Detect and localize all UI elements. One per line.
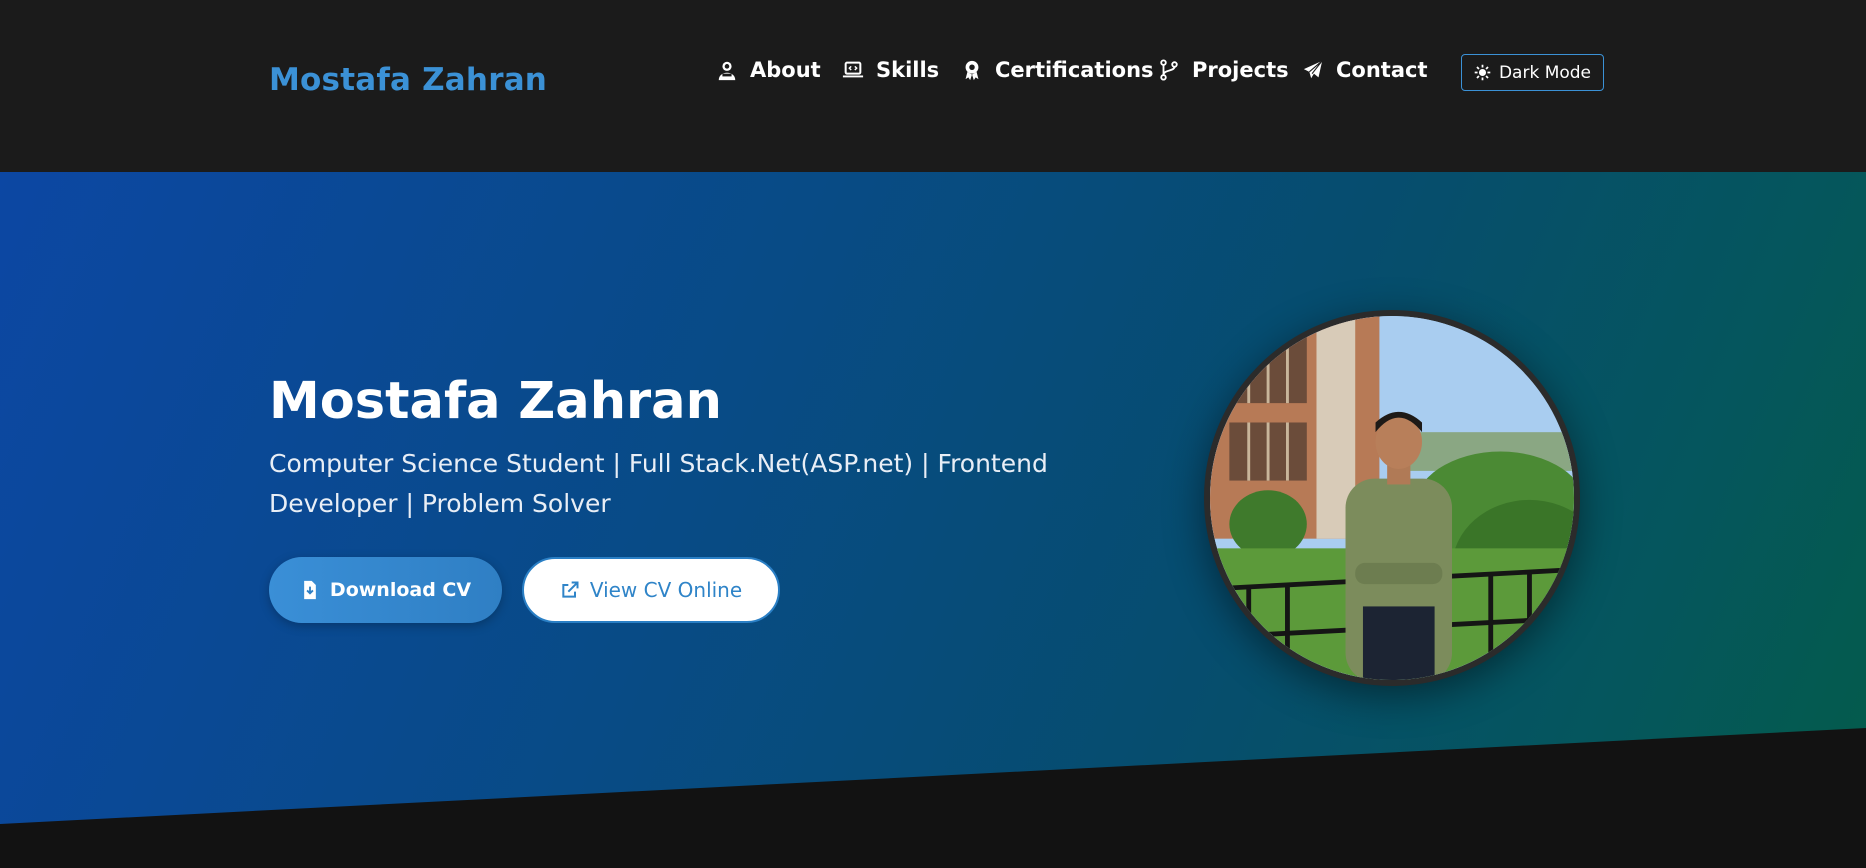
download-cv-button[interactable]: Download CV xyxy=(269,557,502,623)
laptop-code-icon xyxy=(842,59,864,81)
nav-link-projects[interactable]: Projects xyxy=(1158,56,1289,84)
profile-photo xyxy=(1204,310,1580,686)
hero-subtitle: Computer Science Student | Full Stack.Ne… xyxy=(269,449,1048,518)
external-link-icon xyxy=(560,580,580,600)
award-icon xyxy=(961,59,983,81)
hero-section: Mostafa Zahran Computer Science Student … xyxy=(0,172,1866,868)
download-cv-label: Download CV xyxy=(329,579,472,601)
dark-mode-label: Dark Mode xyxy=(1498,62,1592,83)
user-icon xyxy=(716,59,738,81)
nav-link-certifications[interactable]: Certifications xyxy=(961,56,1154,84)
dark-mode-toggle[interactable]: Dark Mode xyxy=(1461,54,1604,91)
brand-logo[interactable]: Mostafa Zahran xyxy=(269,62,547,98)
nav-link-about[interactable]: About xyxy=(716,56,821,84)
nav-label-certifications: Certifications xyxy=(995,58,1154,82)
paper-plane-icon xyxy=(1302,59,1324,81)
nav-link-contact[interactable]: Contact xyxy=(1302,56,1428,84)
nav-label-projects: Projects xyxy=(1192,58,1289,82)
sun-icon xyxy=(1474,64,1491,81)
view-cv-online-button[interactable]: View CV Online xyxy=(522,557,780,623)
file-download-icon xyxy=(300,580,320,600)
code-branch-icon xyxy=(1158,59,1180,81)
nav-link-skills[interactable]: Skills xyxy=(842,56,939,84)
site-header: Mostafa Zahran About Skills Certificatio… xyxy=(0,0,1866,172)
nav-label-contact: Contact xyxy=(1336,58,1428,82)
nav-label-skills: Skills xyxy=(876,58,940,82)
view-cv-label: View CV Online xyxy=(589,578,743,602)
hero-name: Mostafa Zahran xyxy=(269,372,722,431)
nav-label-about: About xyxy=(750,58,821,82)
